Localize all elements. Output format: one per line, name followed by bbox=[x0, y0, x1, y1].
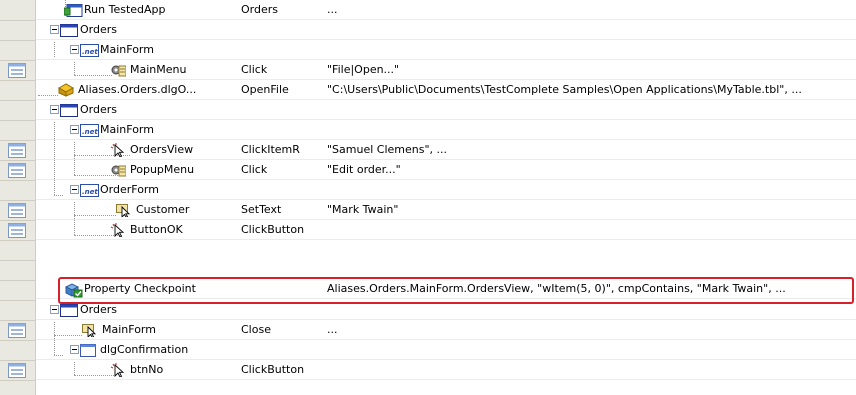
keyword-test-tree: Run TestedApp Orders... Orders .net MainForm… bbox=[36, 0, 856, 395]
item-name: Run TestedApp bbox=[84, 3, 166, 16]
item-parameters: ... bbox=[327, 3, 338, 16]
tree-row-aliases-orders-dlgo[interactable]: Aliases.Orders.dlgO... OpenFile "C:\Users\… bbox=[36, 80, 856, 100]
selected-row-highlight bbox=[58, 277, 854, 304]
tree-row-mainform[interactable]: .net MainForm bbox=[36, 40, 856, 60]
tree-row-ordersview[interactable]: OrdersView ClickItemR "Samuel Clemens", ..… bbox=[36, 140, 856, 160]
tree-row-orderform[interactable]: .net OrderForm bbox=[36, 180, 856, 200]
item-operation: Click bbox=[241, 63, 268, 76]
item-operation bbox=[241, 20, 321, 40]
cursor-icon bbox=[110, 143, 126, 157]
window-icon bbox=[60, 24, 79, 37]
tree-row-mainmenu[interactable]: MainMenu Click "File|Open..." bbox=[36, 60, 856, 80]
svg-text:.net: .net bbox=[82, 48, 98, 56]
collapse-icon[interactable] bbox=[70, 45, 79, 54]
tree-row-orders[interactable]: Orders bbox=[36, 20, 856, 40]
item-operation: SetText bbox=[241, 203, 282, 216]
textedit-icon bbox=[116, 203, 132, 217]
item-name: OrdersView bbox=[130, 143, 194, 156]
svg-text:.net: .net bbox=[82, 128, 98, 136]
item-operation: Click bbox=[241, 163, 268, 176]
menu-icon bbox=[110, 163, 126, 177]
tree-row-mainform[interactable]: .net MainForm bbox=[36, 120, 856, 140]
item-operation: Close bbox=[241, 323, 271, 336]
item-name: Customer bbox=[136, 203, 190, 216]
tree-row-buttonok[interactable]: ButtonOK ClickButton bbox=[36, 220, 856, 240]
item-name: btnNo bbox=[130, 363, 164, 376]
item-name: ButtonOK bbox=[130, 223, 183, 236]
net-icon: .net bbox=[80, 124, 99, 137]
item-name: MainForm bbox=[100, 123, 154, 136]
item-name: Orders bbox=[80, 103, 117, 116]
item-parameters: ... bbox=[327, 323, 338, 336]
tree-row-dlgconfirmation[interactable]: dlgConfirmation bbox=[36, 340, 856, 360]
item-name: OrderForm bbox=[100, 183, 159, 196]
item-parameters bbox=[327, 20, 853, 40]
item-operation bbox=[241, 40, 321, 60]
svg-text:.net: .net bbox=[82, 188, 98, 196]
item-operation bbox=[241, 340, 321, 360]
item-parameters: "Samuel Clemens", ... bbox=[327, 143, 448, 156]
item-operation: ClickButton bbox=[241, 223, 305, 236]
item-name: PopupMenu bbox=[130, 163, 195, 176]
item-parameters: "C:\Users\Public\Documents\TestComplete … bbox=[327, 83, 802, 96]
item-parameters bbox=[327, 220, 853, 240]
item-name: Orders bbox=[80, 23, 117, 36]
tree-row-customer[interactable]: Customer SetText "Mark Twain" bbox=[36, 200, 856, 220]
gutter-window-icon[interactable] bbox=[8, 163, 26, 178]
textedit-icon bbox=[82, 323, 98, 337]
gutter-window-icon[interactable] bbox=[8, 143, 26, 158]
gutter-window-icon[interactable] bbox=[8, 223, 26, 238]
item-operation: ClickItemR bbox=[241, 143, 300, 156]
item-name: dlgConfirmation bbox=[100, 343, 189, 356]
item-operation bbox=[241, 120, 321, 140]
collapse-icon[interactable] bbox=[70, 185, 79, 194]
item-parameters bbox=[327, 40, 853, 60]
item-operation: OpenFile bbox=[241, 83, 289, 96]
cursor-icon bbox=[110, 223, 126, 237]
item-name: MainForm bbox=[100, 43, 154, 56]
net-icon: .net bbox=[80, 44, 99, 57]
item-parameters: "File|Open..." bbox=[327, 63, 400, 76]
run-app-icon bbox=[64, 4, 83, 17]
item-operation: ClickButton bbox=[241, 363, 305, 376]
collapse-icon[interactable] bbox=[50, 305, 59, 314]
item-name: MainForm bbox=[102, 323, 156, 336]
net-icon: .net bbox=[80, 184, 99, 197]
tree-row-popupmenu[interactable]: PopupMenu Click "Edit order..." bbox=[36, 160, 856, 180]
cursor-icon bbox=[110, 363, 126, 377]
item-parameters bbox=[327, 180, 853, 200]
window-icon bbox=[60, 304, 79, 317]
collapse-icon[interactable] bbox=[50, 25, 59, 34]
tree-row-mainform[interactable]: MainForm Close... bbox=[36, 320, 856, 340]
collapse-icon[interactable] bbox=[70, 345, 79, 354]
alias-icon bbox=[58, 83, 74, 97]
item-name: Aliases.Orders.dlgO... bbox=[78, 83, 197, 96]
collapse-icon[interactable] bbox=[50, 105, 59, 114]
item-operation: Orders bbox=[241, 3, 278, 16]
item-operation bbox=[241, 100, 321, 120]
item-parameters bbox=[327, 100, 853, 120]
gutter-window-icon[interactable] bbox=[8, 63, 26, 78]
tree-row-run-testedapp[interactable]: Run TestedApp Orders... bbox=[36, 0, 856, 20]
tree-row-btnno[interactable]: btnNo ClickButton bbox=[36, 360, 856, 380]
breakpoint-gutter[interactable] bbox=[0, 0, 36, 395]
gutter-window-icon[interactable] bbox=[8, 363, 26, 378]
item-parameters: "Edit order..." bbox=[327, 163, 401, 176]
window-icon bbox=[60, 104, 79, 117]
item-operation bbox=[241, 180, 321, 200]
gutter-window-icon[interactable] bbox=[8, 323, 26, 338]
item-name: MainMenu bbox=[130, 63, 187, 76]
gutter-window-icon[interactable] bbox=[8, 203, 26, 218]
item-parameters bbox=[327, 340, 853, 360]
item-parameters bbox=[327, 360, 853, 380]
item-parameters: "Mark Twain" bbox=[327, 203, 399, 216]
collapse-icon[interactable] bbox=[70, 125, 79, 134]
tree-row-orders[interactable]: Orders bbox=[36, 100, 856, 120]
window-small-icon bbox=[80, 344, 99, 357]
menu-icon bbox=[110, 63, 126, 77]
item-parameters bbox=[327, 120, 853, 140]
